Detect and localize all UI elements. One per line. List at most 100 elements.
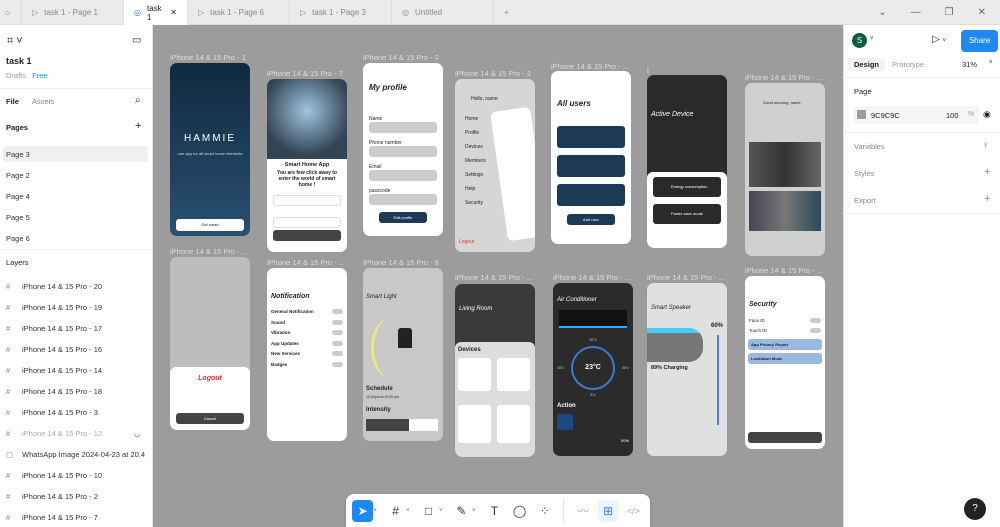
menu-item[interactable]: Devices — [465, 144, 483, 150]
tab-page-3[interactable]: ▷ task 1 - Page 3 — [290, 0, 392, 25]
page-color-field[interactable]: 9C9C9C 100 % — [854, 106, 979, 124]
layer-item[interactable]: # iPhone 14 & 15 Pro - 18 — [6, 387, 102, 396]
tab-prototype[interactable]: Prototype — [892, 60, 924, 69]
menu-item[interactable]: Security — [465, 200, 483, 206]
search-icon[interactable]: ⌕ — [135, 95, 141, 106]
frame-label[interactable]: iPhone 14 & 15 Pro - ... — [170, 247, 248, 256]
page-item[interactable]: Page 3 — [6, 150, 30, 159]
eye-icon[interactable]: ◉ — [983, 109, 991, 120]
intensity-slider[interactable] — [366, 419, 410, 431]
page-item[interactable]: Page 5 — [6, 213, 30, 222]
tab-file[interactable]: File — [6, 97, 19, 106]
frame-label[interactable]: iPhone 14 & 15 Pro - ... — [647, 273, 725, 282]
new-tab-button[interactable]: + — [494, 0, 524, 25]
frame-label[interactable]: iPhone 14 & 15 Pro - 7 — [267, 69, 343, 78]
plan-badge[interactable]: Free — [32, 71, 47, 80]
frame-f2[interactable]: My profile Name Phone number Email passcode E… — [363, 63, 443, 236]
comment-tool[interactable]: ◯ — [509, 500, 530, 522]
frame-security[interactable]: Security Face ID Touch ID App Privacy Repor… — [745, 276, 825, 449]
page-item[interactable]: Page 4 — [6, 192, 30, 201]
figma-menu-icon[interactable]: ⌗ ˅ — [7, 35, 23, 48]
tab-untitled[interactable]: ◎ Untitled — [392, 0, 494, 25]
layer-item[interactable]: # iPhone 14 & 15 Pro - 14 — [6, 366, 102, 375]
page-item[interactable]: Page 2 — [6, 171, 30, 180]
tab-assets[interactable]: Assets — [32, 97, 55, 106]
shape-tool[interactable]: □ — [418, 500, 439, 522]
export-label[interactable]: Export — [854, 196, 876, 205]
layer-item[interactable]: # iPhone 14 & 15 Pro - 20 — [6, 282, 102, 291]
frame-label[interactable]: iPhone 14 & 15 Pro - ... — [551, 62, 629, 71]
help-button[interactable]: ? — [964, 498, 986, 520]
menu-item[interactable]: Help — [465, 186, 475, 192]
frame-tool[interactable]: # — [385, 500, 406, 522]
layer-item[interactable]: # iPhone 14 & 15 Pro - 2 — [6, 492, 98, 501]
toggle[interactable] — [332, 309, 343, 314]
menu-item[interactable]: Home — [465, 116, 478, 122]
frame-label[interactable]: iPhone 14 & 15 Pro - ... — [553, 273, 631, 282]
frame-label[interactable]: iPhone 14 & 15 Pro - ... — [745, 266, 823, 275]
frame-light[interactable]: Smart Light Schedule 12:00pm to 10:00 pm In… — [363, 268, 443, 441]
minimize-icon[interactable]: — — [911, 7, 921, 18]
color-hex[interactable]: 9C9C9C — [871, 111, 900, 120]
menu-item[interactable]: Settings — [465, 172, 483, 178]
frame-label[interactable]: iPhone 14 & 15 Pro - ... — [455, 273, 533, 282]
frame-f1[interactable]: HAMMIE one app for all smart home element… — [170, 63, 250, 236]
dev-mode[interactable]: </> — [623, 500, 644, 522]
frame-label[interactable]: | — [647, 65, 649, 74]
toggle[interactable] — [332, 361, 343, 367]
page-item[interactable]: Page 6 — [6, 234, 30, 243]
frame-logoutf[interactable]: Logout Cancel — [170, 257, 250, 430]
tab-design[interactable]: Design — [848, 58, 886, 71]
color-swatch[interactable] — [857, 110, 866, 119]
frame-f3[interactable]: Hello, name Home Profile Devices Members Sett… — [455, 79, 535, 252]
layer-item[interactable]: # iPhone 14 & 15 Pro - 3 — [6, 408, 98, 417]
chevron-down-icon[interactable]: ⌄ — [878, 7, 886, 18]
close-icon[interactable]: ✕ — [170, 8, 177, 17]
avatar[interactable]: S — [852, 33, 867, 48]
variables-icon[interactable]: ⫯ — [984, 141, 987, 151]
text-tool[interactable]: T — [484, 500, 505, 522]
opacity-value[interactable]: 100 — [946, 111, 959, 120]
present-icon[interactable]: ▷ ˅ — [932, 34, 946, 45]
file-name[interactable]: task 1 — [6, 56, 32, 66]
layer-item[interactable]: # iPhone 14 & 15 Pro - 7 — [6, 513, 98, 522]
toggle[interactable] — [810, 318, 821, 323]
zoom-level[interactable]: 31% — [962, 60, 977, 69]
home-tab[interactable]: ⌂ — [0, 0, 22, 25]
design-mode[interactable]: ⊞ — [597, 499, 619, 522]
close-window-icon[interactable]: ✕ — [978, 7, 986, 18]
layer-item[interactable]: # iPhone 14 & 15 Pro - 12 ◡ — [6, 429, 141, 438]
tab-task-1[interactable]: ◎ task 1 ✕ — [124, 0, 188, 25]
sidebar-toggle-icon[interactable]: ▭ — [132, 35, 141, 46]
draw-mode[interactable]: 〰 — [572, 500, 593, 522]
move-tool[interactable]: ➤ — [352, 499, 374, 522]
frame-label[interactable]: iPhone 14 & 15 Pro - 3 — [455, 69, 531, 78]
share-button[interactable]: Share — [961, 30, 998, 52]
add-page-icon[interactable]: + — [135, 120, 141, 132]
layer-item[interactable]: ▢ WhatsApp Image 2024-04-23 at 20.4 — [6, 450, 145, 459]
tab-page-6[interactable]: ▷ task 1 - Page 6 — [188, 0, 290, 25]
layer-item[interactable]: # iPhone 14 & 15 Pro - 16 — [6, 345, 102, 354]
menu-item[interactable]: Profile — [465, 130, 479, 136]
frame-notif[interactable]: Notification General Notification Sound Vib… — [267, 268, 347, 441]
layer-item[interactable]: # iPhone 14 & 15 Pro - 10 — [6, 471, 102, 480]
frame-label[interactable]: iPhone 14 & 15 Pro - ... — [267, 258, 345, 267]
frame-ac[interactable]: Air Conditioner 23°C 20°c 16°c 30°c 8°c Action… — [553, 283, 633, 456]
frame-living[interactable]: Living Room Devices — [455, 284, 535, 457]
layer-item[interactable]: # iPhone 14 & 15 Pro - 17 — [6, 324, 102, 333]
toggle[interactable] — [332, 351, 343, 356]
styles-label[interactable]: Styles — [854, 169, 874, 178]
resources-tool[interactable]: ⁘ — [534, 500, 555, 522]
toggle[interactable] — [810, 328, 821, 333]
toggle[interactable] — [332, 340, 343, 346]
frame-f7[interactable]: Smart Home App You are few click away to … — [267, 79, 347, 252]
frame-label[interactable]: iPhone 14 & 15 Pro - ... — [745, 73, 823, 82]
volume-slider[interactable] — [717, 335, 719, 425]
layer-item[interactable]: # iPhone 14 & 15 Pro - 19 — [6, 303, 102, 312]
frame-home[interactable]: Good morning, name — [745, 83, 825, 256]
frame-label[interactable]: iPhone 14 & 15 Pro - 8 — [363, 258, 439, 267]
hidden-icon[interactable]: ◡ — [134, 429, 141, 438]
add-user-button[interactable]: Add user — [567, 214, 615, 225]
frame-label[interactable]: iPhone 14 & 15 Pro - 1 — [170, 53, 246, 62]
tab-page-1[interactable]: ▷ task 1 - Page 1 — [22, 0, 124, 25]
